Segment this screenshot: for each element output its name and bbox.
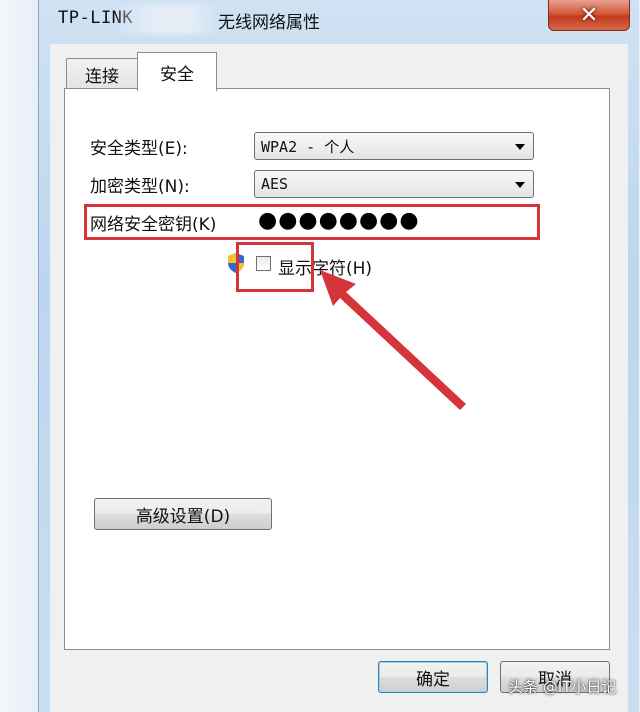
advanced-settings-label: 高级设置(D) [135, 506, 231, 527]
red-pointer-arrow [320, 270, 466, 410]
tab-security[interactable]: 安全 [137, 52, 217, 91]
tab-security-label: 安全 [160, 64, 194, 85]
ok-label: 确定 [416, 669, 450, 690]
watermark-text: 头条 @IT小日记 [508, 678, 617, 696]
ok-button[interactable]: 确定 [378, 661, 488, 693]
advanced-settings-button[interactable]: 高级设置(D) [94, 498, 272, 530]
